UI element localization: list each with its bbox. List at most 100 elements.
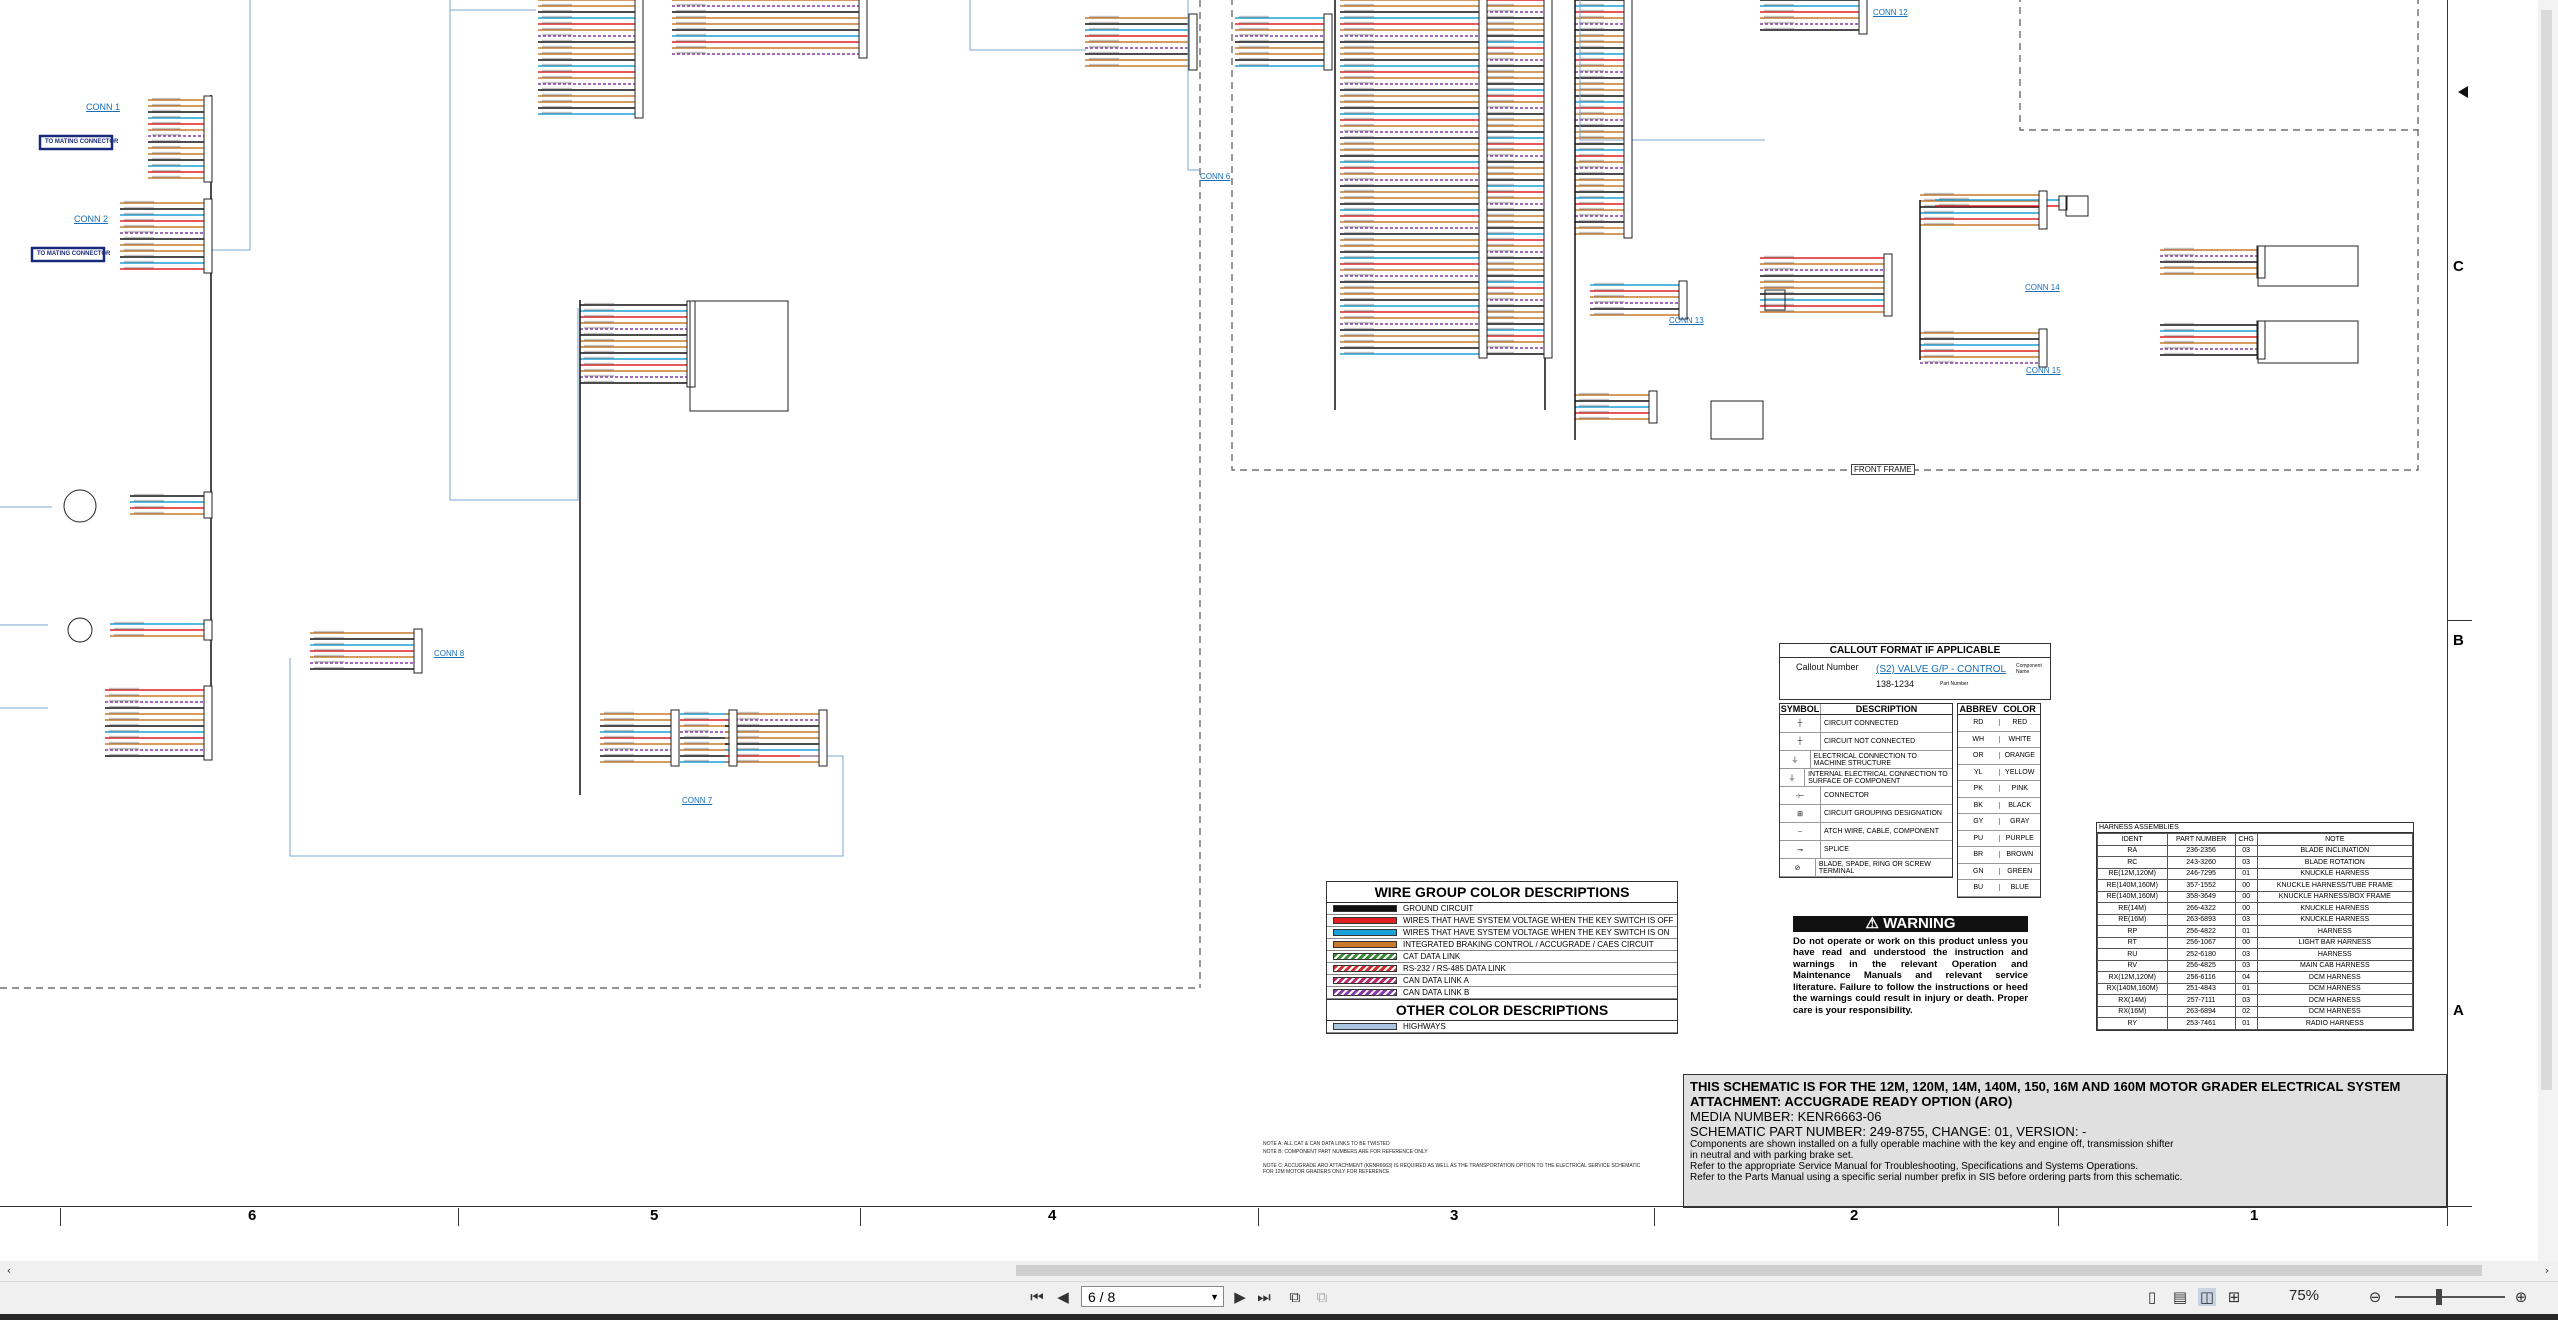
harness-cell: 256-4825 bbox=[2166, 959, 2236, 972]
wire-label-mark bbox=[1484, 9, 1514, 12]
conn7-label[interactable]: CONN 7 bbox=[682, 796, 712, 805]
vertical-scroll-thumb[interactable] bbox=[2541, 10, 2552, 1090]
wire-label-mark bbox=[1344, 321, 1374, 324]
wire-label-mark bbox=[542, 51, 572, 54]
harness-cell: RE(12M,120M) bbox=[2097, 867, 2168, 880]
harness-cell: RU bbox=[2097, 948, 2168, 961]
zone-1: 1 bbox=[2250, 1207, 2259, 1224]
wire-group-label: CAT DATA LINK bbox=[1403, 952, 1461, 961]
wire-label-mark bbox=[1089, 63, 1119, 66]
wire-label-mark bbox=[1344, 219, 1374, 222]
wire-label-mark bbox=[1344, 351, 1374, 354]
harness-cell: 236-2356 bbox=[2166, 844, 2236, 857]
previous-view-icon[interactable]: ⧉ bbox=[1286, 1288, 1304, 1306]
wire-label-mark bbox=[1484, 135, 1514, 138]
conn12-label[interactable]: CONN 12 bbox=[1873, 8, 1908, 17]
continuous-facing-view-icon[interactable]: ⊞ bbox=[2225, 1288, 2243, 1306]
wire-label-mark bbox=[2164, 265, 2194, 268]
next-page-icon[interactable]: ▶ bbox=[1231, 1288, 1249, 1306]
last-page-icon[interactable]: ⏭ bbox=[1255, 1288, 1273, 1306]
symbol-glyph-icon: ⊸ bbox=[1780, 841, 1821, 858]
previous-page-icon[interactable]: ◀ bbox=[1054, 1288, 1072, 1306]
horizontal-scroll-thumb[interactable] bbox=[1016, 1265, 2482, 1276]
connector-block bbox=[818, 709, 828, 767]
wire-label-mark bbox=[1484, 291, 1514, 294]
conn15-label[interactable]: CONN 15 bbox=[2026, 366, 2061, 375]
zone-divider bbox=[2447, 1208, 2448, 1226]
wire-label-mark bbox=[542, 15, 572, 18]
wire-label-mark bbox=[109, 687, 139, 690]
wire-label-mark bbox=[542, 111, 572, 114]
wire-label-mark bbox=[584, 344, 614, 347]
wire-label-mark bbox=[2164, 334, 2194, 337]
zone-divider bbox=[2058, 1208, 2059, 1226]
facing-view-icon[interactable]: ◫ bbox=[2198, 1288, 2216, 1306]
wire-label-mark bbox=[1484, 81, 1514, 84]
conn8-label[interactable]: CONN 8 bbox=[434, 649, 464, 658]
wire-label-mark bbox=[542, 69, 572, 72]
abbrev-code: RD bbox=[1958, 719, 2000, 727]
highway-color-swatch bbox=[1333, 1023, 1397, 1030]
zoom-slider-knob[interactable] bbox=[2436, 1289, 2442, 1305]
conn14-label[interactable]: CONN 14 bbox=[2025, 283, 2060, 292]
chevron-down-icon[interactable]: ▼ bbox=[1210, 1287, 1219, 1308]
conn1-label[interactable]: CONN 1 bbox=[86, 102, 120, 112]
wire-label-mark bbox=[1579, 39, 1604, 42]
wire-label-mark bbox=[1484, 303, 1514, 306]
wire-label-mark bbox=[542, 87, 572, 90]
callout-component-name: (S2) VALVE G/P - CONTROL bbox=[1876, 664, 2007, 675]
harness-cell: 256-4822 bbox=[2166, 925, 2236, 938]
conn2-label[interactable]: CONN 2 bbox=[74, 214, 108, 224]
abbrev-row: PU PURPLE bbox=[1958, 831, 2040, 847]
scroll-left-arrow-icon[interactable]: ‹ bbox=[0, 1262, 18, 1280]
wire-label-mark bbox=[1484, 15, 1514, 18]
wire-label-mark bbox=[684, 753, 709, 756]
wire-label-mark bbox=[1239, 39, 1269, 42]
harness-cell: MAIN CAB HARNESS bbox=[2256, 959, 2414, 972]
wire-label-mark bbox=[1579, 165, 1604, 168]
single-page-view-icon[interactable]: ▯ bbox=[2143, 1288, 2161, 1306]
wire-label-mark bbox=[124, 248, 154, 251]
wire-label-mark bbox=[1344, 345, 1374, 348]
wire-label-mark bbox=[152, 175, 181, 178]
wire-label-mark bbox=[314, 648, 344, 651]
warning-box: ⚠ WARNING Do not operate or work on this… bbox=[1793, 916, 2028, 1016]
harness-cell: 257-7111 bbox=[2166, 994, 2236, 1007]
zone-2: 2 bbox=[1850, 1207, 1859, 1224]
symbol-header: SYMBOL bbox=[1780, 704, 1821, 714]
wire-label-mark bbox=[2164, 328, 2194, 331]
wire-label-mark bbox=[1939, 197, 1969, 200]
wire-label-mark bbox=[1579, 15, 1604, 18]
next-view-icon[interactable]: ⧉ bbox=[1313, 1288, 1331, 1306]
harness-header-cell: PART NUMBER bbox=[2166, 833, 2236, 846]
zoom-out-icon[interactable]: ⊖ bbox=[2366, 1288, 2384, 1306]
wire-label-mark bbox=[1344, 135, 1374, 138]
first-page-icon[interactable]: ⏮ bbox=[1028, 1288, 1046, 1306]
wire-label-mark bbox=[1579, 87, 1604, 90]
warning-text: Do not operate or work on this product u… bbox=[1793, 935, 2028, 1016]
conn6-label[interactable]: CONN 6 bbox=[1200, 172, 1230, 181]
scroll-right-arrow-icon[interactable]: › bbox=[2538, 1262, 2556, 1280]
harness-row: RE(140M,160M) 357-1552 00 KNUCKLE HARNESS/T… bbox=[2097, 879, 2414, 892]
harness-cell: LIGHT BAR HARNESS bbox=[2256, 936, 2414, 949]
wire-label-mark bbox=[1344, 261, 1374, 264]
continuous-view-icon[interactable]: ▤ bbox=[2171, 1288, 2189, 1306]
conn13-label[interactable]: CONN 13 bbox=[1669, 316, 1704, 325]
wire-group-legend: WIRE GROUP COLOR DESCRIPTIONS GROUND CIR… bbox=[1326, 881, 1678, 1034]
symbol-row: -⊢ CONNECTOR bbox=[1780, 787, 1952, 805]
title-sub-1: Components are shown installed on a full… bbox=[1690, 1139, 2174, 1150]
wire-label-mark bbox=[1484, 261, 1514, 264]
wire-label-mark bbox=[1579, 81, 1604, 84]
wire-label-mark bbox=[1484, 69, 1514, 72]
harness-cell: RX(14M) bbox=[2097, 994, 2168, 1007]
wire-label-mark bbox=[314, 666, 344, 669]
zoom-slider[interactable] bbox=[2395, 1296, 2505, 1298]
wire-label-mark bbox=[314, 630, 344, 633]
wire-label-mark bbox=[1344, 81, 1374, 84]
wire-label-mark bbox=[1089, 15, 1119, 18]
wire-label-mark bbox=[109, 711, 139, 714]
zoom-in-icon[interactable]: ⊕ bbox=[2512, 1288, 2530, 1306]
color-abbrev-legend: ABBREV COLOR RD RED WH WHITE OR ORANGE YL YELLOW… bbox=[1957, 703, 2041, 898]
page-number-input[interactable]: 6 / 8 ▼ bbox=[1081, 1286, 1224, 1307]
wire-label-mark bbox=[1579, 129, 1604, 132]
